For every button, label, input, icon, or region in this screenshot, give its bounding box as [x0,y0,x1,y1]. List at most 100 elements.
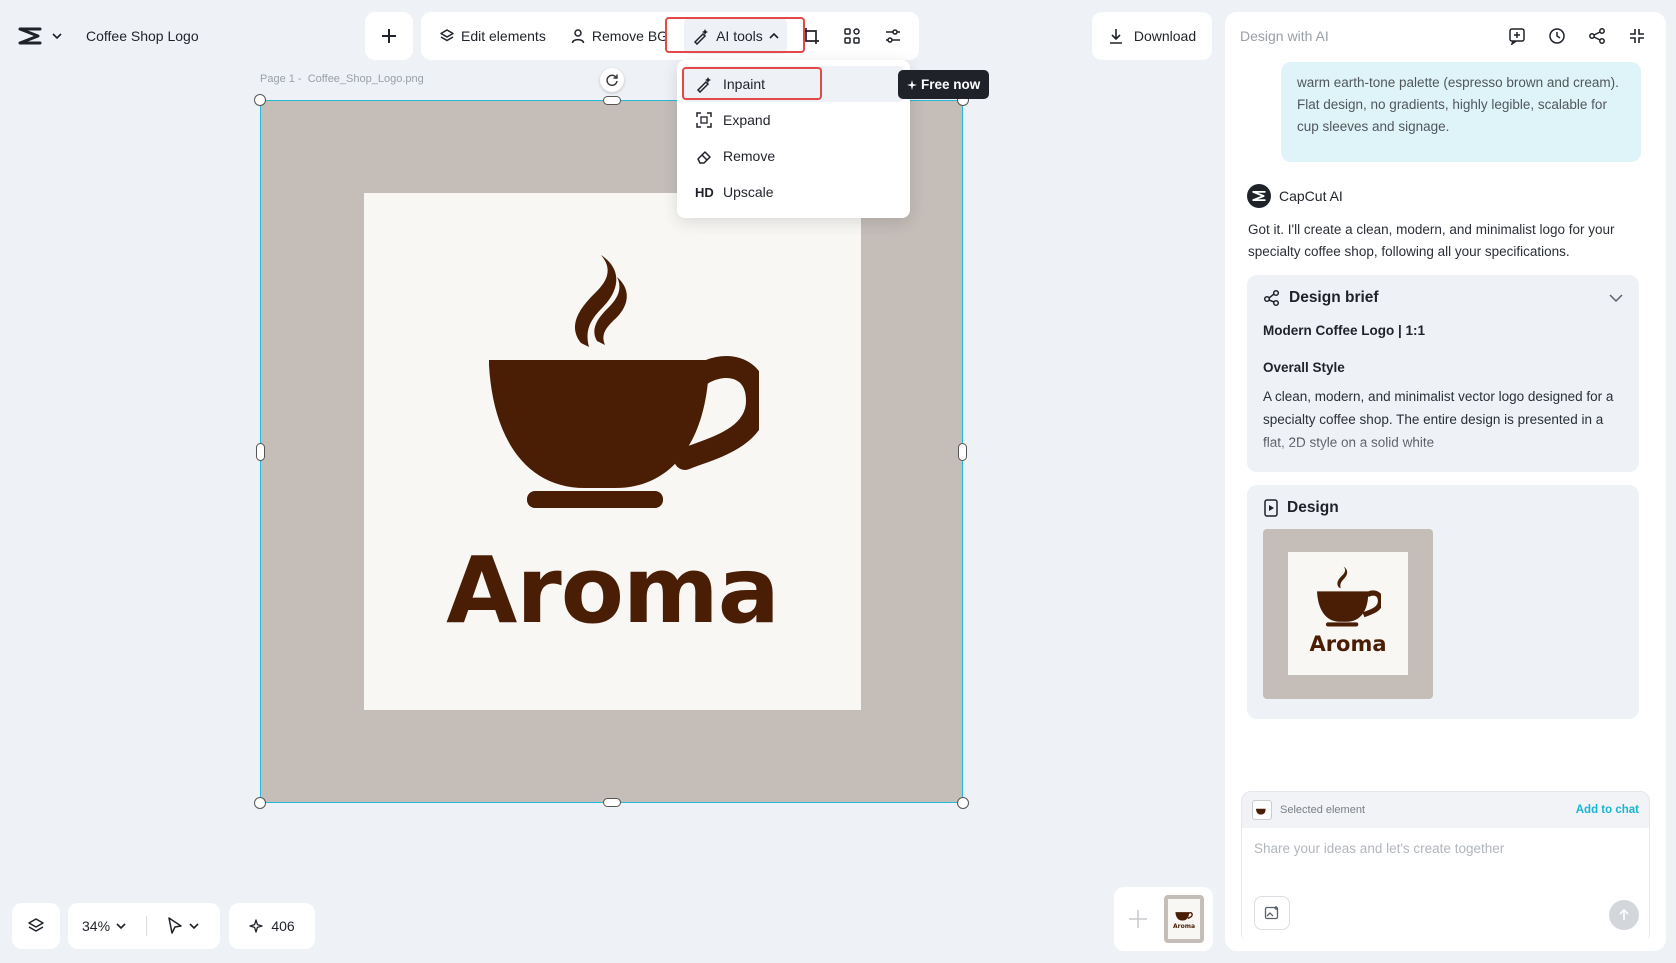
share-icon[interactable] [1588,27,1606,45]
ai-name-label: CapCut AI [1279,188,1343,204]
chevron-down-icon[interactable] [116,922,126,930]
design-brief-card[interactable]: Design brief Modern Coffee Logo | 1:1 Ov… [1247,275,1639,472]
download-icon [1108,28,1124,44]
resize-handle-bottom-left[interactable] [254,797,266,809]
design-card: Design Aroma [1247,485,1639,719]
selected-element-label: Selected element [1280,804,1365,816]
nodes-icon [1263,289,1281,307]
rotate-icon [605,73,619,87]
menu-item-label: Expand [723,112,771,128]
page-thumbnail[interactable]: Aroma [1164,895,1204,943]
image-add-icon [1264,905,1280,921]
brief-title: Design brief [1289,289,1379,306]
plus-icon [381,28,397,44]
zoom-level[interactable]: 34% [82,918,110,934]
menu-item-expand[interactable]: Expand [683,102,904,138]
design-title-row: Design [1263,499,1623,517]
add-page-button[interactable] [1120,893,1156,945]
send-button[interactable] [1609,900,1639,930]
sliders-icon [884,27,902,45]
file-name: Coffee_Shop_Logo.png [307,73,424,85]
logo-text: Aroma [446,537,780,644]
resize-handle-bottom[interactable] [603,798,621,807]
menu-item-remove[interactable]: Remove [683,138,904,174]
page-thumbnail-inner: Aroma [1168,899,1200,939]
resize-handle-left[interactable] [256,443,265,461]
panel-actions [1508,27,1646,45]
ai-tools-label: AI tools [716,28,763,44]
sparkle-icon [249,919,263,933]
add-to-chat-button[interactable]: Add to chat [1576,804,1639,816]
ai-reply: Got it. I'll create a clean, modern, and… [1248,222,1615,259]
new-chat-icon[interactable] [1508,27,1526,45]
brief-header: Design brief [1263,289,1623,307]
chevron-down-icon[interactable] [52,32,62,40]
chevron-down-icon[interactable] [189,922,199,930]
history-icon[interactable] [1548,27,1566,45]
zoom-controls: 34% [68,903,220,949]
person-icon [570,28,586,44]
project-header: Coffee Shop Logo [8,14,213,58]
brief-subtitle: Modern Coffee Logo | 1:1 [1263,323,1426,338]
image-upload-button[interactable] [1254,896,1290,930]
selected-element-row: Selected element Add to chat [1242,792,1649,828]
ai-tools-button[interactable]: AI tools [684,18,787,54]
plus-icon [1127,908,1149,930]
page-thumbnail-text: Aroma [1172,922,1196,930]
adjust-button[interactable] [876,18,909,54]
resize-handle-bottom-right[interactable] [957,797,969,809]
brush-sparkle-icon [692,27,710,45]
resize-handle-top[interactable] [603,96,621,105]
menu-item-label: Inpaint [723,76,766,92]
coffee-cup-icon [1317,566,1381,627]
credits-display[interactable]: 406 [229,903,315,949]
eraser-icon [695,147,713,165]
capcut-avatar-icon [1247,184,1271,208]
free-now-label: Free now [921,77,981,92]
panel-header: Design with AI [1225,12,1666,60]
ai-tools-menu: Inpaint Expand Remove HD Upscale [677,60,910,218]
resize-handle-top-left[interactable] [254,94,266,106]
capcut-logo-icon[interactable] [18,26,42,46]
layers-button[interactable] [12,903,60,949]
ai-sender: CapCut AI [1247,184,1343,208]
edit-elements-button[interactable]: Edit elements [431,18,554,54]
coffee-cup-icon [1175,911,1193,920]
pointer-tool-icon[interactable] [167,917,183,935]
arrow-up-icon [1618,909,1630,921]
element-toolbar: Edit elements Remove BG AI tools [421,12,919,60]
design-title: Design [1287,499,1339,516]
design-thumbnail[interactable]: Aroma [1263,529,1433,699]
selected-element: Selected element [1252,800,1365,820]
project-title[interactable]: Coffee Shop Logo [86,28,199,44]
divider [146,916,148,936]
collapse-icon[interactable] [1628,27,1646,45]
download-label: Download [1133,28,1197,44]
brief-title-row: Design brief [1263,289,1379,307]
layers-icon [439,28,455,44]
resize-handle-right[interactable] [958,443,967,461]
chat-composer: Selected element Add to chat Share your … [1241,791,1650,944]
menu-item-label: Remove [723,148,776,164]
design-thumbnail-text: Aroma [1309,632,1387,656]
rotate-handle[interactable] [600,68,624,92]
download-button[interactable]: Download [1092,12,1212,60]
layers-icon [27,917,45,935]
add-button[interactable] [365,12,413,60]
user-message: warm earth-tone palette (espresso brown … [1281,62,1641,162]
sparkle-icon [907,79,917,90]
remove-bg-button[interactable]: Remove BG [562,18,676,54]
menu-item-upscale[interactable]: HD Upscale [683,174,904,210]
chat-input[interactable]: Share your ideas and let's create togeth… [1242,828,1649,944]
brief-style-heading: Overall Style [1263,360,1345,375]
menu-item-label: Upscale [723,184,774,200]
crop-button[interactable] [795,18,828,54]
coffee-cup-icon [489,255,759,508]
brief-fade [1247,432,1639,472]
arrange-button[interactable] [836,18,869,54]
chevron-up-icon [769,32,779,40]
menu-item-inpaint[interactable]: Inpaint [683,66,904,102]
chevron-down-icon[interactable] [1609,293,1623,303]
free-now-badge: Free now [898,70,990,99]
crop-icon [802,27,820,45]
